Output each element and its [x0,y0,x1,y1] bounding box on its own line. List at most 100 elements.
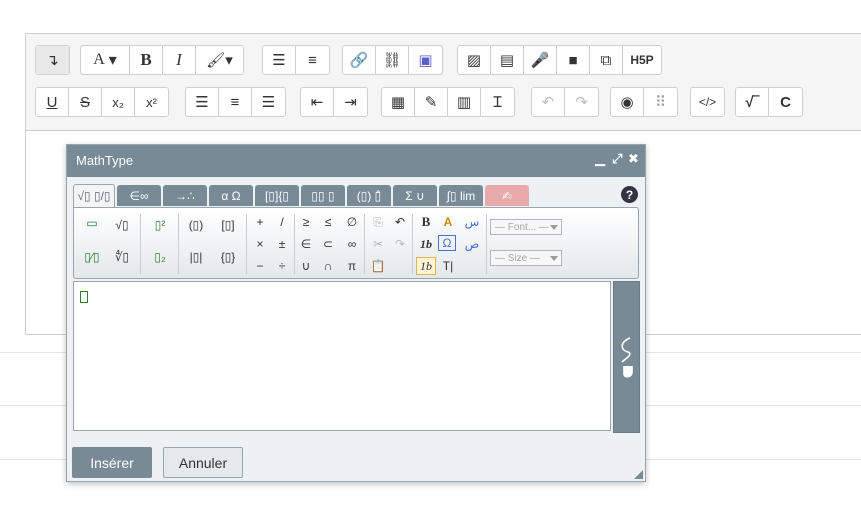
element-of-symbol[interactable]: ∈ [296,235,316,253]
cut-icon[interactable]: ✂ [368,235,388,253]
italic-icon[interactable]: 1b [416,235,436,253]
greater-equal-symbol[interactable]: ≥ [296,213,316,231]
braces-icon[interactable]: {▯} [218,248,238,266]
nth-root-icon[interactable]: ∜▯ [112,248,132,266]
tab-general[interactable]: √▯ ▯/▯ [73,184,115,207]
infinity-symbol[interactable]: ∞ [342,235,362,253]
times-symbol[interactable]: × [250,235,270,253]
tab-calculus[interactable]: ∫▯ lim [439,185,483,206]
tab-scripts[interactable]: ▯▯ ▯ [301,185,345,206]
copy-icon[interactable]: ⧉ [590,46,623,74]
redo-icon[interactable]: ↷ [565,88,598,116]
text-style-group: U S x₂ x² [35,87,169,117]
subset-symbol[interactable]: ⊂ [318,235,338,253]
superscript-icon[interactable]: ▯² [150,216,170,234]
align-center-icon[interactable]: ≡ [219,88,252,116]
braille-icon[interactable]: ⠿ [644,88,677,116]
numbered-list-icon[interactable]: ≡ [296,46,329,74]
superscript-button[interactable]: x² [135,88,168,116]
formula-editor-area[interactable] [73,281,611,431]
maximize-icon[interactable]: ⤢ [612,151,622,167]
less-equal-symbol[interactable]: ≤ [318,213,338,231]
font-style-dropdown[interactable]: A ▾ [81,46,130,74]
alignment-group: ☰ ≡ ☰ [185,87,286,117]
absolute-value-icon[interactable]: |▯| [186,248,206,266]
accessibility-checker-icon[interactable]: ◉ [611,88,644,116]
font-select[interactable]: — Font... — [490,219,562,235]
cancel-button[interactable]: Annuler [163,447,243,478]
copy-icon[interactable]: ⎘ [368,213,388,231]
calculator-icon[interactable]: ▦ [382,88,415,116]
bold-button[interactable]: B [130,46,163,74]
divide-slash-symbol[interactable]: / [272,213,292,231]
text-mode-icon[interactable]: T| [438,257,458,275]
subscript-button[interactable]: x₂ [102,88,135,116]
tab-big-operators[interactable]: Σ ∪ [393,185,437,206]
empty-set-symbol[interactable]: ∅ [342,213,362,231]
video-camera-icon[interactable]: ■ [557,46,590,74]
insert-button[interactable]: Insérer [72,447,152,478]
text-color-icon[interactable]: 🖌▾ [196,46,243,74]
paste-icon[interactable]: 📋 [368,257,388,275]
size-select[interactable]: — Size — [490,250,562,266]
pi-symbol[interactable]: π [342,257,362,275]
table-icon[interactable]: ▥ [448,88,481,116]
chemtype-icon[interactable]: C [769,88,802,116]
undo-icon[interactable]: ↶ [390,213,410,231]
text-color-icon[interactable]: A [438,213,458,231]
arabic-icon[interactable]: ص [462,235,482,253]
rtl-icon[interactable]: س [462,213,482,231]
mathtype-icon[interactable]: √‾ [736,88,769,116]
tab-decorations[interactable]: (▯) ▯̂ [347,185,391,206]
teams-icon[interactable]: ▣ [409,46,442,74]
align-right-icon[interactable]: ☰ [252,88,285,116]
show-more-buttons-icon[interactable]: ↴ [36,46,69,74]
strikethrough-button[interactable]: S [69,88,102,116]
placeholder-box [80,291,88,303]
tab-matrices[interactable]: [▯]{▯ [255,185,299,206]
math-style-icon[interactable]: 1b [416,257,436,275]
tab-greek[interactable]: α Ω [209,185,253,206]
html-source-icon[interactable]: </> [691,88,724,116]
bullet-list-icon[interactable]: ☰ [263,46,296,74]
special-characters-icon[interactable]: Ω [438,235,456,251]
outdent-icon[interactable]: ⇤ [301,88,334,116]
minimize-icon[interactable]: ▁ [595,151,605,167]
close-icon[interactable]: ✖ [628,151,639,167]
microphone-icon[interactable]: 🎤 [524,46,557,74]
text-cursor-icon[interactable]: Ɪ [481,88,514,116]
intersection-symbol[interactable]: ∩ [318,257,338,275]
tab-arrows[interactable]: →∴ [163,185,207,206]
resize-grip-icon[interactable] [634,470,643,479]
bold-icon[interactable]: B [416,213,436,231]
redo-icon[interactable]: ↷ [390,235,410,253]
media-file-icon[interactable]: ▤ [491,46,524,74]
palette-separator [140,214,141,274]
division-symbol[interactable]: ÷ [272,257,292,275]
indent-icon[interactable]: ⇥ [334,88,367,116]
image-icon[interactable]: ▨ [458,46,491,74]
handwriting-panel[interactable] [613,281,640,433]
brackets-icon[interactable]: [▯] [218,216,238,234]
minus-symbol[interactable]: − [250,257,270,275]
union-symbol[interactable]: ∪ [296,257,316,275]
help-icon[interactable]: ? [621,186,638,203]
tab-symbols[interactable]: ∈∞ [117,185,161,206]
plus-symbol[interactable]: + [250,213,270,231]
parentheses-icon[interactable]: (▯) [186,216,206,234]
plus-minus-symbol[interactable]: ± [272,235,292,253]
underline-button[interactable]: U [36,88,69,116]
undo-icon[interactable]: ↶ [532,88,565,116]
fraction-icon[interactable]: ▭ [82,214,102,232]
tab-handwriting[interactable]: ✍ [485,185,529,206]
bevelled-fraction-icon[interactable]: ▯⁄▯ [82,248,102,266]
history-group: ↶ ↷ [531,87,599,117]
align-left-icon[interactable]: ☰ [186,88,219,116]
edit-icon[interactable]: ✎ [415,88,448,116]
square-root-icon[interactable]: √▯ [112,216,132,234]
italic-button[interactable]: I [163,46,196,74]
subscript-icon[interactable]: ▯₂ [150,248,170,266]
unlink-icon[interactable]: ⛓ [376,46,409,74]
h5p-button[interactable]: H5P [623,46,661,74]
link-icon[interactable]: 🔗 [343,46,376,74]
